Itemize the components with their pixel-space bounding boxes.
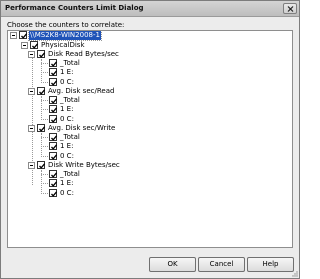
tree-node-label: 1 E: xyxy=(60,179,74,187)
check-icon xyxy=(21,33,28,39)
check-icon xyxy=(39,163,46,169)
checkbox[interactable] xyxy=(49,189,58,197)
checkbox[interactable] xyxy=(49,68,58,76)
collapse-toggle[interactable] xyxy=(28,125,35,132)
check-icon xyxy=(51,154,58,160)
close-icon xyxy=(287,6,294,12)
tree-line xyxy=(41,100,48,101)
dialog-window: Performance Counters Limit Dialog Choose… xyxy=(0,0,300,279)
close-button[interactable] xyxy=(283,3,297,14)
tree-node-label: _Total xyxy=(60,96,80,104)
tree-node-label: 0 C: xyxy=(60,152,74,160)
tree-node-label: _Total xyxy=(60,133,80,141)
checkbox[interactable] xyxy=(49,78,58,86)
checkbox[interactable] xyxy=(37,50,46,58)
collapse-toggle[interactable] xyxy=(28,51,35,58)
checkbox[interactable] xyxy=(37,124,46,132)
tree-node-label: 1 E: xyxy=(60,68,74,76)
tree-node-label: Avg. Disk sec/Read xyxy=(48,87,115,95)
check-icon xyxy=(51,98,58,104)
tree-line xyxy=(41,183,48,184)
tree-line xyxy=(41,72,48,73)
collapse-toggle[interactable] xyxy=(28,162,35,169)
instruction-label: Choose the counters to correlate: xyxy=(7,21,125,29)
checkbox[interactable] xyxy=(37,161,46,169)
tree-node-label: Disk Write Bytes/sec xyxy=(48,161,120,169)
tree-node-label: Disk Read Bytes/sec xyxy=(48,50,119,58)
checkbox[interactable] xyxy=(49,142,58,150)
tree-node-label: _Total xyxy=(60,59,80,67)
checkbox[interactable] xyxy=(49,115,58,123)
checkbox[interactable] xyxy=(49,59,58,67)
tree-line xyxy=(41,137,48,138)
tree-line xyxy=(41,63,48,64)
help-button[interactable]: Help xyxy=(247,257,294,272)
checkbox[interactable] xyxy=(49,179,58,187)
checkbox[interactable] xyxy=(49,133,58,141)
check-icon xyxy=(39,89,46,95)
tree-node-label: _Total xyxy=(60,170,80,178)
tree-line xyxy=(41,193,48,194)
tree-node-label: PhysicalDisk xyxy=(41,41,85,49)
checkbox[interactable] xyxy=(49,96,58,104)
tree-line xyxy=(41,174,48,175)
checkbox[interactable] xyxy=(37,87,46,95)
window-title: Performance Counters Limit Dialog xyxy=(5,4,144,12)
check-icon xyxy=(51,172,58,178)
checkbox[interactable] xyxy=(49,105,58,113)
tree-line xyxy=(41,119,48,120)
check-icon xyxy=(51,61,58,67)
check-icon xyxy=(51,135,58,141)
tree-line xyxy=(41,156,48,157)
check-icon xyxy=(51,191,58,197)
collapse-toggle[interactable] xyxy=(21,42,28,49)
check-icon xyxy=(32,43,39,49)
counter-tree[interactable]: \\MS2K8-WIN2008-1 PhysicalDisk Disk Read… xyxy=(7,30,293,248)
check-icon xyxy=(51,117,58,123)
title-bar[interactable]: Performance Counters Limit Dialog xyxy=(1,1,299,17)
tree-node-label: Avg. Disk sec/Write xyxy=(48,124,116,132)
check-icon xyxy=(51,70,58,76)
cancel-button[interactable]: Cancel xyxy=(198,257,245,272)
collapse-toggle[interactable] xyxy=(28,88,35,95)
checkbox[interactable] xyxy=(30,41,39,49)
checkbox[interactable] xyxy=(49,170,58,178)
collapse-toggle[interactable] xyxy=(10,32,17,39)
check-icon xyxy=(51,181,58,187)
check-icon xyxy=(39,126,46,132)
ok-button[interactable]: OK xyxy=(149,257,196,272)
checkbox[interactable] xyxy=(19,31,28,39)
tree-line xyxy=(41,82,48,83)
check-icon xyxy=(39,52,46,58)
tree-node-label: 1 E: xyxy=(60,142,74,150)
tree-line xyxy=(41,146,48,147)
check-icon xyxy=(51,144,58,150)
tree-node-label[interactable]: \\MS2K8-WIN2008-1 xyxy=(28,31,102,41)
check-icon xyxy=(51,80,58,86)
tree-node-label: 0 C: xyxy=(60,115,74,123)
resize-grip-icon[interactable] xyxy=(290,269,298,277)
tree-node-label: 0 C: xyxy=(60,189,74,197)
tree-node-label: 0 C: xyxy=(60,78,74,86)
checkbox[interactable] xyxy=(49,152,58,160)
tree-line xyxy=(41,109,48,110)
check-icon xyxy=(51,107,58,113)
tree-node-label: 1 E: xyxy=(60,105,74,113)
